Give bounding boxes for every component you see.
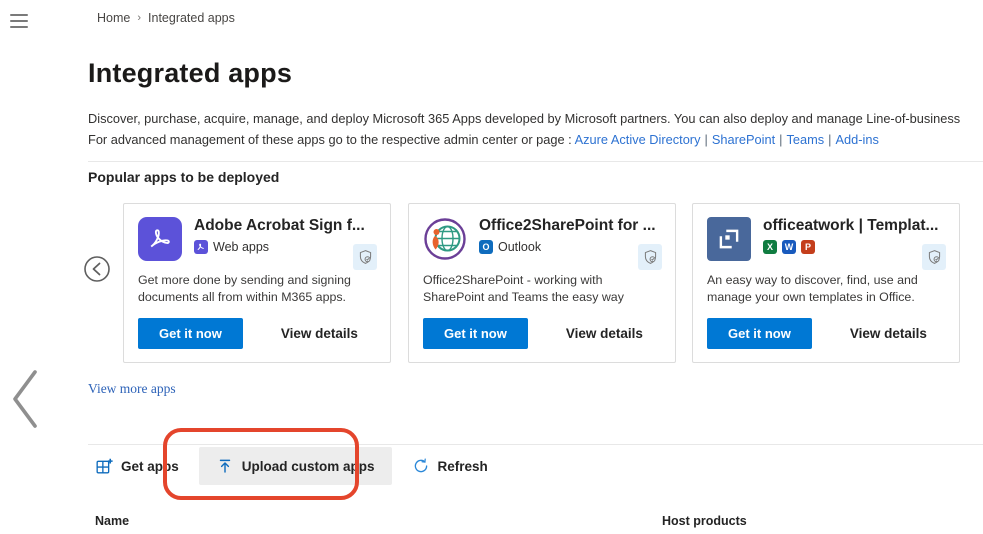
app-card-title: Office2SharePoint for ...	[479, 217, 656, 235]
officeatwork-icon	[707, 217, 751, 261]
powerpoint-icon: P	[801, 240, 815, 254]
outlook-icon: O	[479, 240, 493, 254]
certified-shield-icon	[638, 244, 662, 270]
adobe-acrobat-sign-icon	[138, 217, 182, 261]
intro-line1: Discover, purchase, acquire, manage, and…	[88, 108, 983, 129]
page-title: Integrated apps	[88, 58, 292, 89]
intro-line2: For advanced management of these apps go…	[88, 129, 983, 150]
get-it-now-button[interactable]: Get it now	[138, 318, 243, 349]
chevron-left-icon[interactable]	[6, 366, 42, 437]
view-details-button[interactable]: View details	[566, 326, 643, 341]
popular-apps-heading: Popular apps to be deployed	[88, 169, 279, 185]
hamburger-menu-icon[interactable]	[10, 14, 28, 28]
certified-shield-icon	[922, 244, 946, 270]
word-icon: W	[782, 240, 796, 254]
carousel-previous-button[interactable]	[83, 255, 111, 283]
certified-shield-icon	[353, 244, 377, 270]
integrated-apps-page: Home › Integrated apps Integrated apps D…	[0, 0, 983, 534]
apps-grid-add-icon	[94, 457, 113, 476]
link-separator: |	[824, 132, 835, 147]
app-card-title: Adobe Acrobat Sign f...	[194, 217, 365, 235]
upload-arrow-icon	[216, 457, 234, 475]
intro-text: Discover, purchase, acquire, manage, and…	[88, 108, 983, 150]
table-header-name[interactable]: Name	[95, 514, 129, 528]
refresh-label: Refresh	[438, 459, 488, 474]
link-teams[interactable]: Teams	[786, 132, 824, 147]
app-card-description: Get more done by sending and signing doc…	[138, 272, 376, 306]
link-separator: |	[775, 132, 786, 147]
get-it-now-button[interactable]: Get it now	[423, 318, 528, 349]
app-card-officeatwork[interactable]: officeatwork | Templat... X W P An easy …	[692, 203, 960, 363]
app-card-title: officeatwork | Templat...	[763, 217, 938, 235]
upload-custom-apps-button[interactable]: Upload custom apps	[199, 447, 392, 485]
view-details-button[interactable]: View details	[281, 326, 358, 341]
breadcrumb: Home › Integrated apps	[97, 11, 235, 25]
link-separator: |	[700, 132, 711, 147]
link-sharepoint[interactable]: SharePoint	[712, 132, 775, 147]
host-products-label: Web apps	[213, 240, 269, 254]
breadcrumb-home[interactable]: Home	[97, 11, 130, 25]
link-azure-active-directory[interactable]: Azure Active Directory	[575, 132, 701, 147]
app-card-office2sharepoint[interactable]: Office2SharePoint for ... O Outlook Offi…	[408, 203, 676, 363]
chevron-right-icon: ›	[137, 12, 141, 24]
upload-custom-apps-label: Upload custom apps	[242, 459, 375, 474]
chevron-left-circle-icon	[83, 255, 111, 283]
intro-line2-prefix: For advanced management of these apps go…	[88, 132, 572, 147]
app-card-description: Office2SharePoint - working with SharePo…	[423, 272, 661, 306]
link-add-ins[interactable]: Add-ins	[836, 132, 879, 147]
host-products-label: Outlook	[498, 240, 541, 254]
excel-icon: X	[763, 240, 777, 254]
office2sharepoint-icon	[423, 217, 467, 261]
apps-toolbar: Get apps Upload custom apps Refresh	[88, 447, 494, 485]
refresh-button[interactable]: Refresh	[406, 447, 494, 485]
get-apps-button[interactable]: Get apps	[88, 447, 185, 485]
app-card-adobe-acrobat-sign[interactable]: Adobe Acrobat Sign f... Web apps Get mor…	[123, 203, 391, 363]
get-apps-label: Get apps	[121, 459, 179, 474]
view-more-apps-link[interactable]: View more apps	[88, 381, 176, 397]
breadcrumb-current: Integrated apps	[148, 11, 235, 25]
table-header-host-products[interactable]: Host products	[662, 514, 747, 528]
refresh-icon	[412, 457, 430, 475]
adobe-mini-icon	[194, 240, 208, 254]
toolbar-divider	[88, 444, 983, 445]
section-divider	[88, 161, 983, 162]
view-details-button[interactable]: View details	[850, 326, 927, 341]
app-card-description: An easy way to discover, find, use and m…	[707, 272, 945, 306]
get-it-now-button[interactable]: Get it now	[707, 318, 812, 349]
